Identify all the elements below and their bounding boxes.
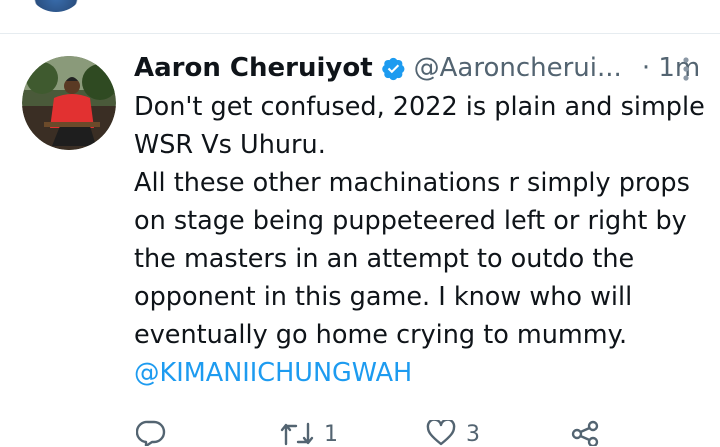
tweet-text-line: on stage being puppeteered left or right… <box>134 206 687 236</box>
tweet[interactable]: Aaron Cheruiyot @Aaroncherui... · 1m Don… <box>0 34 720 447</box>
author-handle[interactable]: @Aaroncherui... <box>414 53 622 83</box>
avatar[interactable] <box>22 56 116 150</box>
previous-tweet[interactable] <box>0 0 720 34</box>
tweet-text-line: Don't get confused, 2022 is plain and si… <box>134 92 705 122</box>
retweet-count: 1 <box>324 422 338 447</box>
share-button[interactable] <box>570 420 602 446</box>
retweet-icon <box>280 422 314 446</box>
like-button[interactable]: 3 <box>426 420 480 447</box>
tweet-actions: 1 3 <box>134 420 704 447</box>
reply-button[interactable] <box>136 420 166 446</box>
tweet-header: Aaron Cheruiyot @Aaroncherui... · 1m <box>134 48 704 88</box>
like-count: 3 <box>466 422 480 447</box>
retweet-button[interactable]: 1 <box>280 420 338 447</box>
reply-icon <box>136 420 166 446</box>
tweet-text: Don't get confused, 2022 is plain and si… <box>134 88 705 392</box>
more-options-icon[interactable] <box>674 56 698 82</box>
verified-badge-icon <box>381 57 405 80</box>
tweet-text-line: the masters in an attempt to outdo the <box>134 244 635 274</box>
tweet-text-line: opponent in this game. I know who will <box>134 282 633 312</box>
avatar[interactable] <box>28 0 84 12</box>
tweet-text-line: eventually go home crying to mummy. <box>134 320 628 350</box>
heart-icon <box>426 420 456 446</box>
share-icon <box>571 420 599 446</box>
tweet-text-line: All these other machinations r simply pr… <box>134 168 690 198</box>
more-options-icon[interactable] <box>660 0 674 4</box>
tweet-text-line: WSR Vs Uhuru. <box>134 130 326 160</box>
author-name[interactable]: Aaron Cheruiyot <box>134 53 373 83</box>
mention-link[interactable]: @KIMANIICHUNGWAH <box>134 354 704 392</box>
